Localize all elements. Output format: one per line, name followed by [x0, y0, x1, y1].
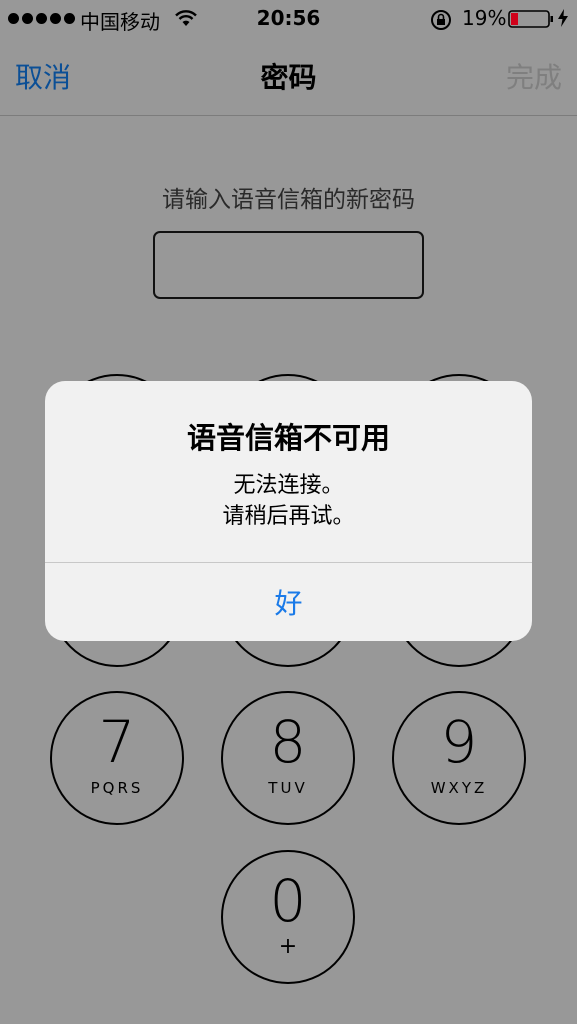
charging-icon	[558, 9, 568, 27]
battery-icon	[508, 10, 553, 28]
alert-ok-button[interactable]: 好	[45, 563, 532, 641]
key-plus: +	[278, 934, 298, 959]
password-prompt: 请输入语音信箱的新密码	[162, 187, 415, 213]
key-letters: WXYZ	[430, 779, 488, 797]
keypad-key-9[interactable]: 9 WXYZ	[392, 691, 526, 825]
battery-percent: 19%	[462, 6, 507, 30]
key-digit: 8	[269, 708, 307, 776]
page-title: 密码	[260, 61, 317, 94]
keypad-key-8[interactable]: 8 TUV	[221, 691, 355, 825]
navigation-bar: 取消 密码 完成	[0, 38, 577, 116]
password-input[interactable]	[153, 231, 424, 299]
keypad-key-7[interactable]: 7 PQRS	[50, 691, 184, 825]
keypad-key-0[interactable]: 0 +	[221, 850, 355, 984]
alert-message-line1: 无法连接。	[233, 473, 344, 498]
key-digit: 7	[98, 708, 136, 776]
status-bar: 中国移动 20:56 19%	[0, 0, 577, 38]
key-letters: TUV	[268, 779, 308, 797]
done-button[interactable]: 完成	[506, 56, 562, 96]
key-digit: 9	[440, 708, 478, 776]
orientation-lock-icon	[431, 10, 451, 30]
key-digit: 0	[269, 867, 307, 935]
alert-dialog: 语音信箱不可用 无法连接。 请稍后再试。 好	[45, 381, 532, 641]
alert-message-line2: 请稍后再试。	[222, 504, 355, 529]
alert-title: 语音信箱不可用	[186, 421, 390, 455]
key-letters: PQRS	[90, 779, 144, 797]
